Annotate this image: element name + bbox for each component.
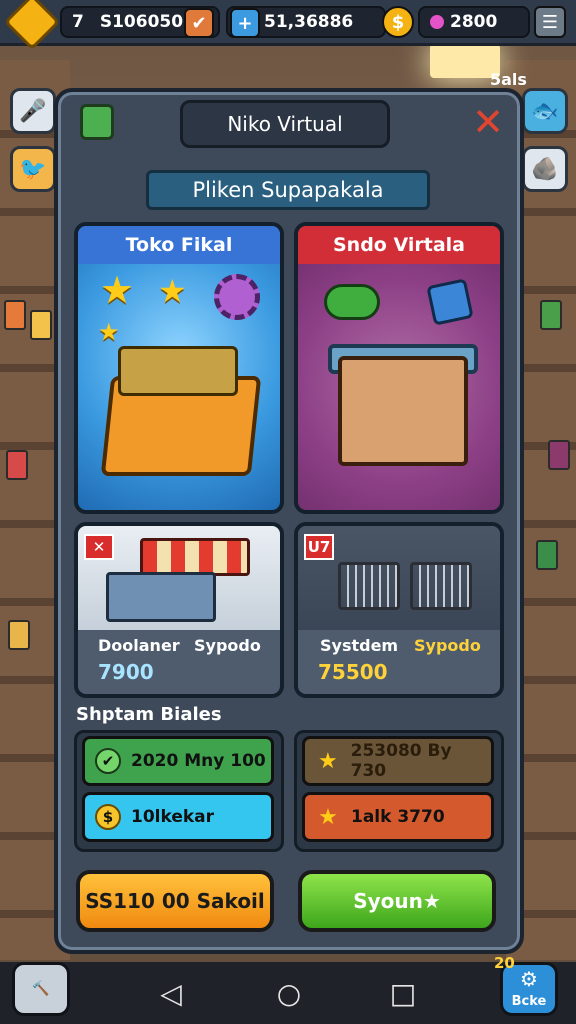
offer-badge: U7 bbox=[304, 534, 334, 560]
check-button[interactable]: ✔ bbox=[184, 8, 214, 38]
stall-icon bbox=[338, 356, 468, 466]
bonus-item[interactable]: $ 10lkekar bbox=[82, 792, 274, 842]
bonus-text: 2020 Mny 100 bbox=[131, 751, 266, 771]
settings-label: Bcke bbox=[511, 994, 547, 1009]
shelf-goods bbox=[6, 450, 28, 480]
gems-counter: 2800 bbox=[418, 6, 530, 38]
coins-value: S106050 bbox=[99, 12, 184, 32]
gear-icon: ⚙ bbox=[520, 967, 538, 991]
shop-icon bbox=[80, 104, 114, 140]
dialog-title: Niko Virtual bbox=[180, 100, 390, 148]
gems-value: 2800 bbox=[450, 12, 498, 32]
offer-card-stall[interactable]: ✕ Doolaner Sypodo 7900 bbox=[74, 522, 284, 698]
star-icon: ★ bbox=[317, 748, 338, 774]
buy-button[interactable]: SS110 00 Sakoil bbox=[76, 870, 274, 932]
gem-dot-icon bbox=[430, 15, 444, 29]
bird-button[interactable]: 🐦 bbox=[10, 146, 56, 192]
awning-icon bbox=[140, 538, 250, 576]
star-icon: ★ bbox=[318, 804, 338, 830]
check-icon: ✔ bbox=[95, 748, 121, 774]
bonus-item[interactable]: ✔ 2020 Mny 100 bbox=[82, 736, 274, 786]
bonus-item[interactable]: ★ 1alk 3770 bbox=[302, 792, 494, 842]
offer-label-secondary: Sypodo bbox=[194, 636, 261, 655]
home-icon[interactable]: ○ bbox=[272, 976, 306, 1010]
offer-label: Doolaner bbox=[98, 636, 180, 655]
offer-price: 7900 bbox=[98, 660, 154, 684]
menu-icon[interactable]: ☰ bbox=[534, 6, 566, 38]
close-icon[interactable]: ✕ bbox=[470, 103, 506, 141]
shelf-goods bbox=[540, 300, 562, 330]
star-icon: ★ bbox=[98, 318, 120, 346]
card-physical-store[interactable]: Toko Fikal ★ ★ ★ bbox=[74, 222, 284, 514]
cart-icon bbox=[410, 562, 472, 610]
goods-icon bbox=[118, 346, 238, 396]
stone-button[interactable]: 🪨 bbox=[522, 146, 568, 192]
bonus-text: 1alk 3770 bbox=[351, 807, 445, 827]
tag-icon bbox=[426, 278, 474, 326]
coin-icon: $ bbox=[95, 804, 121, 830]
recents-icon[interactable]: □ bbox=[386, 976, 420, 1010]
coin-icon: $ bbox=[382, 6, 414, 38]
side-label: 5als bbox=[490, 70, 527, 89]
offer-card-carts[interactable]: U7 Systdem Sypodo 75500 bbox=[294, 522, 504, 698]
shelf-goods bbox=[536, 540, 558, 570]
card-title: Sndo Virtala bbox=[298, 226, 500, 264]
section-label: Shptam Biales bbox=[76, 704, 222, 725]
offer-label-secondary: Sypodo bbox=[414, 636, 481, 655]
offer-price: 75500 bbox=[318, 660, 388, 684]
map-button[interactable]: 🐟 bbox=[522, 88, 568, 134]
gear-icon bbox=[214, 274, 260, 320]
star-icon: ★ bbox=[100, 268, 135, 312]
hammer-button[interactable]: 🔨 bbox=[12, 962, 70, 1016]
bonus-item[interactable]: ★ 253080 By 730 bbox=[302, 736, 494, 786]
settings-badge: 20 bbox=[494, 954, 515, 972]
shelf-goods bbox=[30, 310, 52, 340]
shelf-goods bbox=[548, 440, 570, 470]
cash-value: 51,36886 bbox=[264, 12, 354, 32]
level-value: 7 bbox=[72, 12, 84, 32]
back-icon[interactable]: ◁ bbox=[154, 976, 188, 1010]
bonus-text: 10lkekar bbox=[131, 807, 215, 827]
bonus-text: 253080 By 730 bbox=[350, 741, 452, 781]
card-virtual-store[interactable]: Sndo Virtala bbox=[294, 222, 504, 514]
offer-label: Systdem bbox=[320, 636, 399, 655]
confirm-button[interactable]: Syoun★ bbox=[298, 870, 496, 932]
cart-icon bbox=[338, 562, 400, 610]
dialog-subtitle: Pliken Supapakala bbox=[146, 170, 430, 210]
counter-icon bbox=[106, 572, 216, 622]
shelf-goods bbox=[4, 300, 26, 330]
offer-badge: ✕ bbox=[84, 534, 114, 560]
shelf-goods bbox=[8, 620, 30, 650]
star-icon: ★ bbox=[158, 272, 187, 310]
plus-icon[interactable]: + bbox=[230, 8, 260, 38]
card-title: Toko Fikal bbox=[78, 226, 280, 264]
microphone-button[interactable]: 🎤 bbox=[10, 88, 56, 134]
battery-icon bbox=[324, 284, 380, 320]
